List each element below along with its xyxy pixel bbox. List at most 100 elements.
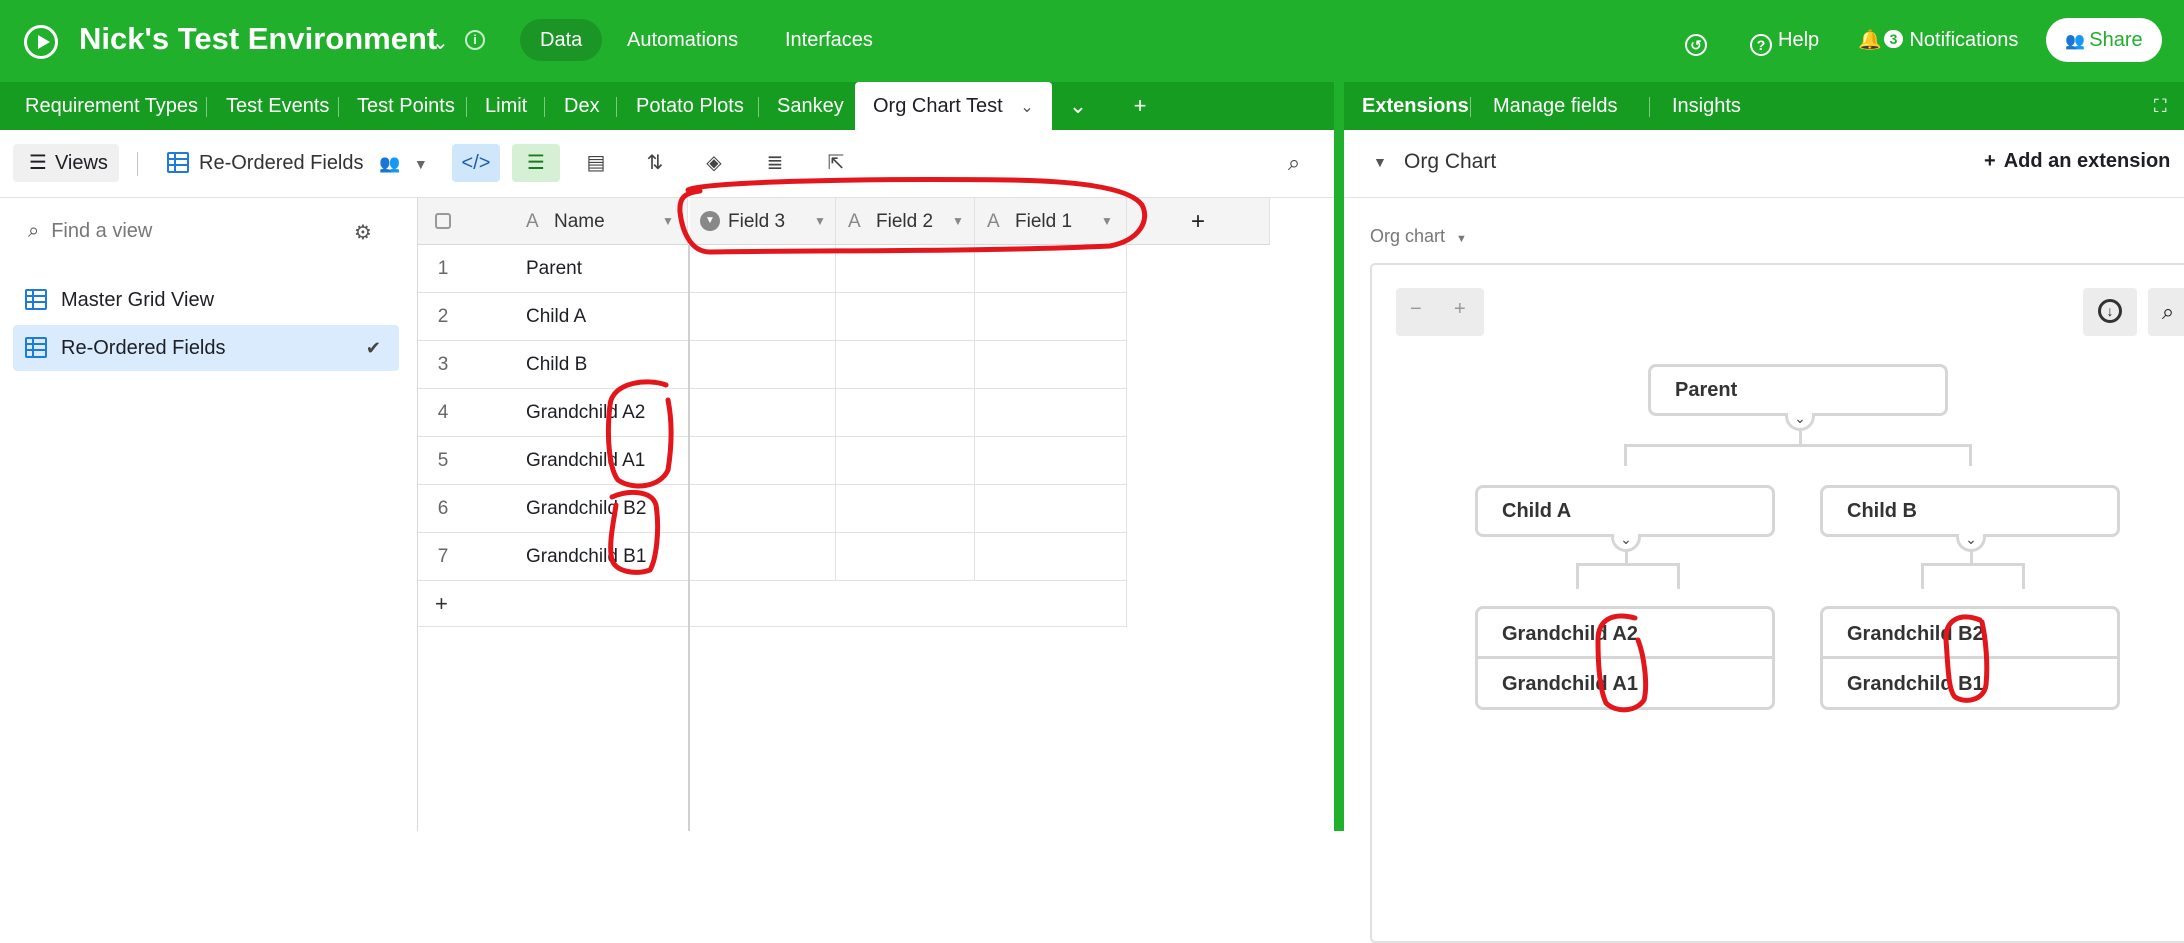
table-row[interactable]: 2 Child A [418,293,1127,341]
help-button[interactable]: ? Help [1750,19,1819,61]
tab-potato-plots[interactable]: Potato Plots [636,82,744,130]
zoom-out-button[interactable]: − [1410,298,1422,321]
name-cell[interactable]: Parent [468,245,690,293]
chevron-down-icon[interactable]: ▼ [1101,198,1113,245]
org-node-grandchild-a2[interactable]: Grandchild A2 [1478,609,1772,659]
view-re-ordered-fields[interactable]: Re-Ordered Fields ✔ [13,325,399,371]
ext-tab-extensions[interactable]: Extensions [1362,82,1469,130]
nav-interfaces[interactable]: Interfaces [765,19,893,61]
ext-tab-insights[interactable]: Insights [1651,82,1741,130]
table-row[interactable]: 3 Child B [418,341,1127,389]
zoom-in-button[interactable]: + [1454,298,1466,321]
name-cell[interactable]: Child B [468,341,690,389]
org-node-child-a[interactable]: Child A [1475,485,1775,537]
empty-cell[interactable] [690,341,836,389]
select-all-checkbox[interactable] [435,213,451,229]
chevron-down-icon[interactable]: ⌄ [1020,99,1033,116]
extension-title[interactable]: Org Chart [1404,150,1496,174]
view-master-grid[interactable]: Master Grid View [13,277,399,323]
empty-cell[interactable] [836,533,975,581]
group-icon[interactable]: ▤ [572,144,620,182]
tab-test-events[interactable]: Test Events [226,82,329,130]
empty-cell[interactable] [836,341,975,389]
add-row-button[interactable]: + [418,581,1127,627]
org-node-grandchild-b2[interactable]: Grandchild B2 [1823,609,2117,659]
tab-limit[interactable]: Limit [485,82,527,130]
add-extension-button[interactable]: + Add an extension [1984,150,2170,173]
collapse-triangle-icon[interactable]: ▼ [1373,154,1387,170]
tab-test-points[interactable]: Test Points [357,82,455,130]
download-button[interactable]: ↓ [2083,288,2137,336]
panel-divider[interactable] [1334,82,1344,831]
chevron-down-icon[interactable]: ▼ [662,198,674,245]
empty-cell[interactable] [975,293,1127,341]
tab-dex[interactable]: Dex [564,82,600,130]
empty-cell[interactable] [975,485,1127,533]
name-cell[interactable]: Child A [468,293,690,341]
empty-cell[interactable] [836,485,975,533]
tab-requirement-types[interactable]: Requirement Types [25,82,198,130]
nav-automations[interactable]: Automations [607,19,758,61]
name-column-header[interactable]: A Name ▼ [418,198,688,245]
add-field-button[interactable]: + [1127,198,1270,245]
color-icon[interactable]: ◈ [690,144,738,182]
tab-sankey[interactable]: Sankey [777,82,844,130]
empty-cell[interactable] [836,437,975,485]
empty-cell[interactable] [690,437,836,485]
add-table-icon[interactable]: + [1124,82,1156,130]
search-button[interactable]: ⌕ [2148,288,2184,336]
empty-cell[interactable] [836,245,975,293]
notifications-button[interactable]: 🔔 3 Notifications [1858,19,2018,61]
org-node-grandchild-b1[interactable]: Grandchild B1 [1823,659,2117,709]
org-node-child-b[interactable]: Child B [1820,485,2120,537]
views-button[interactable]: ☰ Views [13,144,119,182]
org-chart-dropdown[interactable]: Org chart ▼ [1370,226,1467,247]
gear-icon[interactable]: ⚙ [354,220,372,245]
table-row[interactable]: 1 Parent [418,245,1127,293]
empty-cell[interactable] [836,293,975,341]
base-title[interactable]: Nick's Test Environment [79,21,437,57]
empty-cell[interactable] [690,389,836,437]
chevron-down-icon[interactable]: ▼ [814,198,826,245]
all-tables-chevron-icon[interactable]: ⌄ [1060,82,1096,130]
table-row[interactable]: 5 Grandchild A1 [418,437,1127,485]
share-button[interactable]: 👥 Share [2046,18,2162,62]
empty-cell[interactable] [690,245,836,293]
hide-fields-icon[interactable]: </> [452,144,500,182]
empty-cell[interactable] [690,293,836,341]
empty-cell[interactable] [975,245,1127,293]
nav-data[interactable]: Data [520,19,603,61]
name-cell[interactable]: Grandchild A1 [468,437,690,485]
fullscreen-icon[interactable]: ⛶ [2154,82,2167,130]
filter-icon[interactable]: ☰ [512,144,560,182]
table-row[interactable]: 6 Grandchild B2 [418,485,1127,533]
view-switcher[interactable]: Re-Ordered Fields 👥 ▼ [167,144,428,182]
table-row[interactable]: 7 Grandchild B1 [418,533,1127,581]
empty-cell[interactable] [975,389,1127,437]
name-cell[interactable]: Grandchild B2 [468,485,690,533]
name-cell[interactable]: Grandchild B1 [468,533,690,581]
name-cell[interactable]: Grandchild A2 [468,389,690,437]
table-row[interactable]: 4 Grandchild A2 [418,389,1127,437]
base-logo-icon[interactable] [24,25,58,59]
ext-tab-manage-fields[interactable]: Manage fields [1493,82,1618,130]
chevron-down-icon[interactable]: ▼ [952,198,964,245]
search-icon[interactable]: ⌕ [1270,144,1318,182]
empty-cell[interactable] [690,485,836,533]
org-node-parent[interactable]: Parent [1648,364,1948,416]
empty-cell[interactable] [975,341,1127,389]
share-view-icon[interactable]: ⇱ [812,144,860,182]
find-view-search[interactable]: ⌕ Find a view [28,220,152,243]
empty-cell[interactable] [975,437,1127,485]
field-2-column-header[interactable]: A Field 2 ▼ [836,198,975,245]
empty-cell[interactable] [690,533,836,581]
field-3-column-header[interactable]: ▼ Field 3 ▼ [690,198,836,245]
empty-cell[interactable] [836,389,975,437]
sort-icon[interactable]: ⇅ [631,144,679,182]
org-node-grandchild-a1[interactable]: Grandchild A1 [1478,659,1772,709]
empty-cell[interactable] [975,533,1127,581]
info-icon[interactable]: i [465,30,485,50]
history-button[interactable]: ↺ [1685,19,1713,61]
row-height-icon[interactable]: ≣ [751,144,799,182]
field-1-column-header[interactable]: A Field 1 ▼ [975,198,1127,245]
